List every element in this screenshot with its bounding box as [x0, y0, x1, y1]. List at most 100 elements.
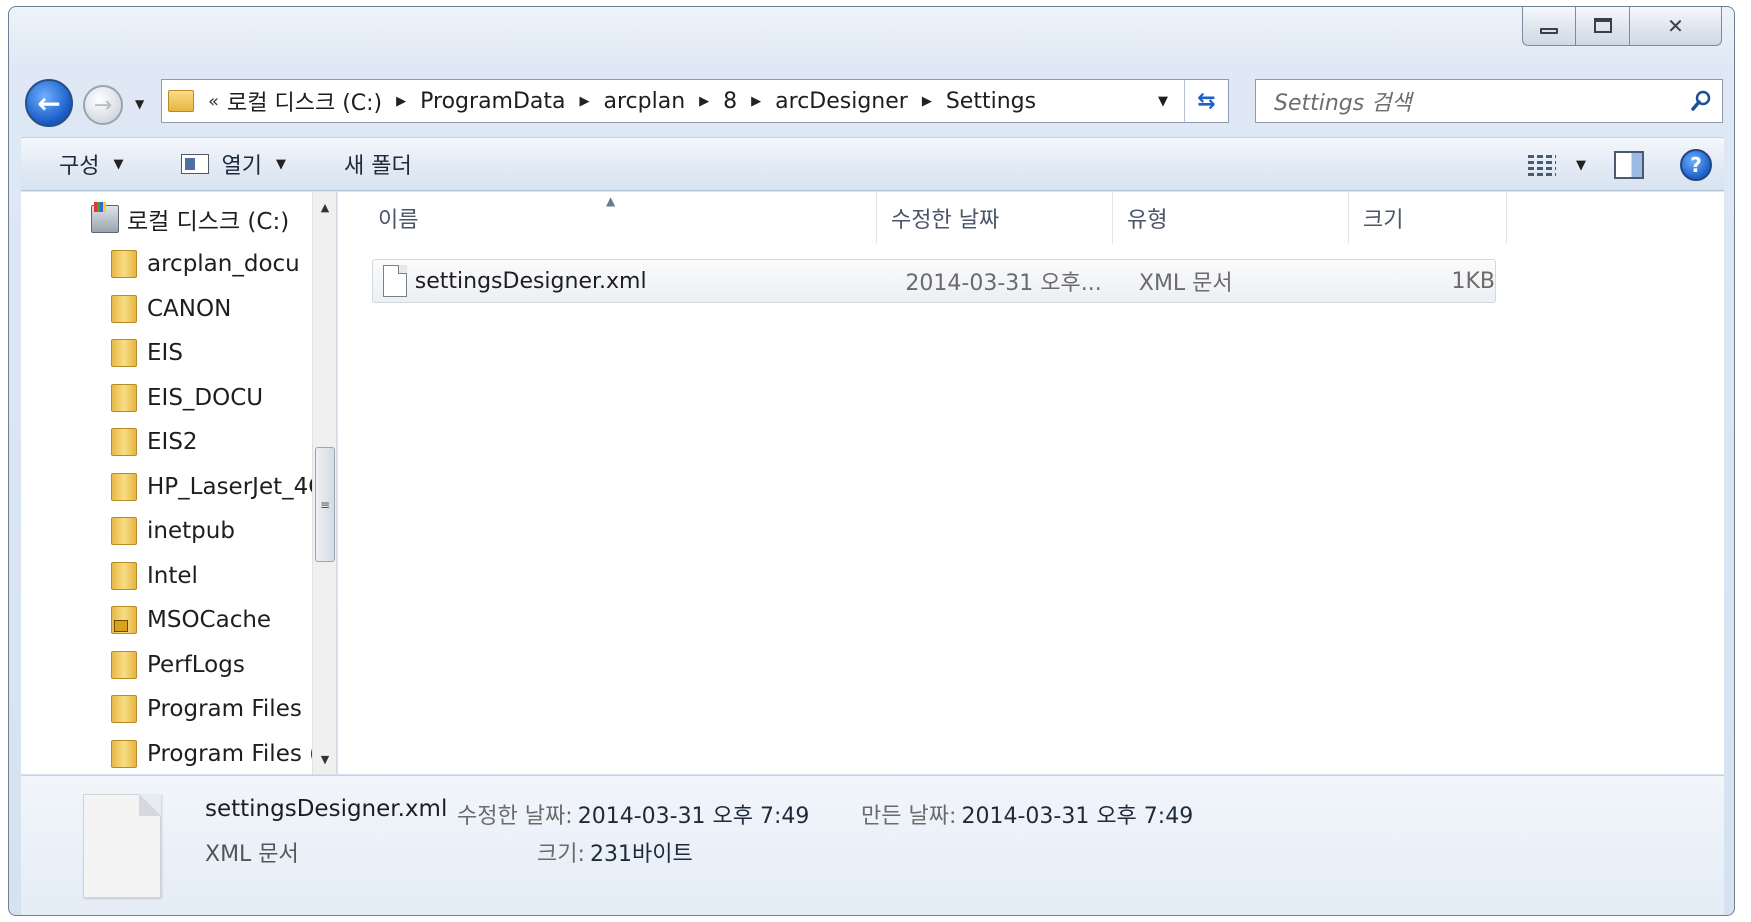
open-button[interactable]: 열기 ▼ — [181, 148, 286, 180]
breadcrumb-arrow-icon[interactable]: ▶ — [396, 94, 406, 109]
breadcrumb-settings[interactable]: Settings — [946, 89, 1036, 114]
tree-item-label: HP_LaserJet_4C — [147, 473, 325, 500]
folder-icon — [111, 739, 137, 768]
tree-item-hp-laserjet[interactable]: HP_LaserJet_4C — [111, 465, 324, 510]
address-bar[interactable]: « 로컬 디스크 (C:) ▶ ProgramData ▶ arcplan ▶ … — [161, 79, 1229, 123]
folder-icon — [111, 517, 137, 546]
details-modified: 수정한 날짜: 2014-03-31 오후 7:49 — [457, 798, 809, 830]
chevron-down-icon[interactable]: ▼ — [276, 157, 286, 172]
tree-item-intel[interactable]: Intel — [111, 554, 324, 599]
column-header-size[interactable]: 크기 — [1349, 192, 1507, 244]
organize-button[interactable]: 구성 ▼ — [59, 148, 123, 180]
file-row[interactable]: settingsDesigner.xml 2014-03-31 오후... XM… — [372, 259, 1496, 303]
created-label: 만든 날짜: — [861, 804, 957, 829]
forward-button[interactable]: → — [83, 85, 123, 125]
minimize-button[interactable] — [1522, 7, 1576, 46]
details-file-type: XML 문서 — [205, 842, 299, 867]
tree-item-program-files-x86[interactable]: Program Files ( — [111, 732, 324, 775]
column-header-date[interactable]: 수정한 날짜 — [877, 192, 1113, 244]
search-input[interactable]: Settings 검색 — [1274, 85, 1412, 117]
navigation-pane[interactable]: 로컬 디스크 (C:) arcplan_docu CANON EIS EIS_D… — [21, 192, 337, 774]
tree-item-perflogs[interactable]: PerfLogs — [111, 643, 324, 688]
scroll-up-arrow-icon[interactable]: ▲ — [313, 196, 336, 218]
recent-pages-dropdown[interactable]: ▼ — [135, 97, 144, 111]
maximize-button[interactable] — [1576, 7, 1630, 46]
tree-item-label: inetpub — [147, 518, 235, 545]
column-header-row: 이름 ▲ 수정한 날짜 유형 크기 — [338, 192, 1508, 244]
folder-icon — [111, 339, 137, 368]
drive-icon — [91, 202, 119, 233]
folder-icon — [111, 250, 137, 279]
size-label: 크기: — [537, 842, 585, 867]
column-name-label: 이름 — [378, 208, 419, 233]
file-name: settingsDesigner.xml — [414, 268, 647, 294]
column-header-type[interactable]: 유형 — [1113, 192, 1349, 244]
navigation-row: ← → ▼ « 로컬 디스크 (C:) ▶ ProgramData ▶ arcp… — [9, 69, 1734, 127]
breadcrumb-arrow-icon[interactable]: ▶ — [699, 94, 709, 109]
breadcrumb-8[interactable]: 8 — [723, 89, 737, 114]
file-list-pane[interactable]: 이름 ▲ 수정한 날짜 유형 크기 settingsDesigner.xml 2… — [338, 192, 1724, 774]
breadcrumb-programdata[interactable]: ProgramData — [420, 89, 565, 114]
tree-item-label: EIS_DOCU — [147, 384, 264, 411]
column-size-label: 크기 — [1363, 208, 1404, 233]
file-size: 1KB — [1451, 268, 1495, 294]
new-folder-button[interactable]: 새 폴더 — [344, 148, 412, 180]
details-created: 만든 날짜: 2014-03-31 오후 7:49 — [861, 798, 1193, 830]
file-type: XML 문서 — [1138, 271, 1233, 296]
tree-item-eis[interactable]: EIS — [111, 331, 324, 376]
help-icon[interactable]: ? — [1680, 149, 1712, 181]
address-history-dropdown[interactable]: ▼ — [1146, 80, 1180, 122]
tree-item-label: CANON — [147, 295, 232, 322]
folder-icon — [111, 561, 137, 590]
details-pane: settingsDesigner.xml XML 문서 수정한 날짜: 2014… — [21, 775, 1724, 915]
breadcrumb-arcplan[interactable]: arcplan — [604, 89, 686, 114]
nav-pane-scrollbar[interactable]: ▲ ≡ ▼ — [312, 192, 336, 774]
tree-item-label: EIS2 — [147, 429, 198, 456]
refresh-icon: ⇆ — [1197, 88, 1216, 114]
breadcrumb-arrow-icon[interactable]: ▶ — [922, 94, 932, 109]
modified-label: 수정한 날짜: — [457, 804, 573, 829]
modified-value: 2014-03-31 오후 7:49 — [577, 804, 810, 829]
details-file-name: settingsDesigner.xml — [205, 796, 448, 822]
folder-icon — [111, 428, 137, 457]
open-icon — [181, 154, 210, 174]
tree-item-eis-docu[interactable]: EIS_DOCU — [111, 376, 324, 421]
scroll-down-arrow-icon[interactable]: ▼ — [313, 748, 336, 770]
folder-icon — [111, 383, 137, 412]
tree-item-label: Intel — [147, 562, 198, 589]
file-date: 2014-03-31 오후... — [905, 271, 1102, 296]
address-overflow-chevron[interactable]: « — [208, 91, 219, 112]
created-value: 2014-03-31 오후 7:49 — [961, 804, 1194, 829]
tree-item-label: PerfLogs — [147, 651, 245, 678]
back-button[interactable]: ← — [25, 79, 73, 127]
search-box[interactable]: Settings 검색 — [1255, 79, 1723, 123]
search-icon[interactable] — [1690, 90, 1712, 112]
column-date-label: 수정한 날짜 — [891, 208, 1000, 233]
scrollbar-thumb[interactable]: ≡ — [315, 447, 335, 562]
breadcrumb-arcdesigner[interactable]: arcDesigner — [775, 89, 908, 114]
close-button[interactable]: ✕ — [1630, 7, 1722, 46]
folder-icon — [111, 650, 137, 679]
tree-item-program-files[interactable]: Program Files — [111, 687, 324, 732]
back-arrow-icon: ← — [37, 86, 61, 120]
tree-item-msocache[interactable]: MSOCache — [111, 598, 324, 643]
refresh-button[interactable]: ⇆ — [1184, 80, 1228, 122]
breadcrumb-arrow-icon[interactable]: ▶ — [580, 94, 590, 109]
breadcrumb-arrow-icon[interactable]: ▶ — [751, 94, 761, 109]
open-label: 열기 — [221, 154, 262, 179]
close-icon: ✕ — [1667, 13, 1684, 38]
change-view-icon[interactable] — [1528, 154, 1556, 176]
preview-pane-icon[interactable] — [1614, 151, 1644, 179]
tree-item-local-disk[interactable]: 로컬 디스크 (C:) — [91, 202, 289, 236]
tree-item-arcplan-docu[interactable]: arcplan_docu — [111, 242, 324, 287]
tree-item-inetpub[interactable]: inetpub — [111, 509, 324, 554]
file-icon — [383, 265, 407, 297]
breadcrumb-local-disk[interactable]: 로컬 디스크 (C:) — [227, 85, 382, 117]
command-bar: 구성 ▼ 열기 ▼ 새 폴더 ▼ ? — [21, 137, 1724, 191]
view-options-dropdown[interactable]: ▼ — [1576, 158, 1586, 173]
new-folder-label: 새 폴더 — [343, 154, 412, 179]
tree-item-canon[interactable]: CANON — [111, 287, 324, 332]
tree-item-eis2[interactable]: EIS2 — [111, 420, 324, 465]
column-header-name[interactable]: 이름 ▲ — [338, 192, 877, 244]
folder-icon — [168, 90, 194, 112]
